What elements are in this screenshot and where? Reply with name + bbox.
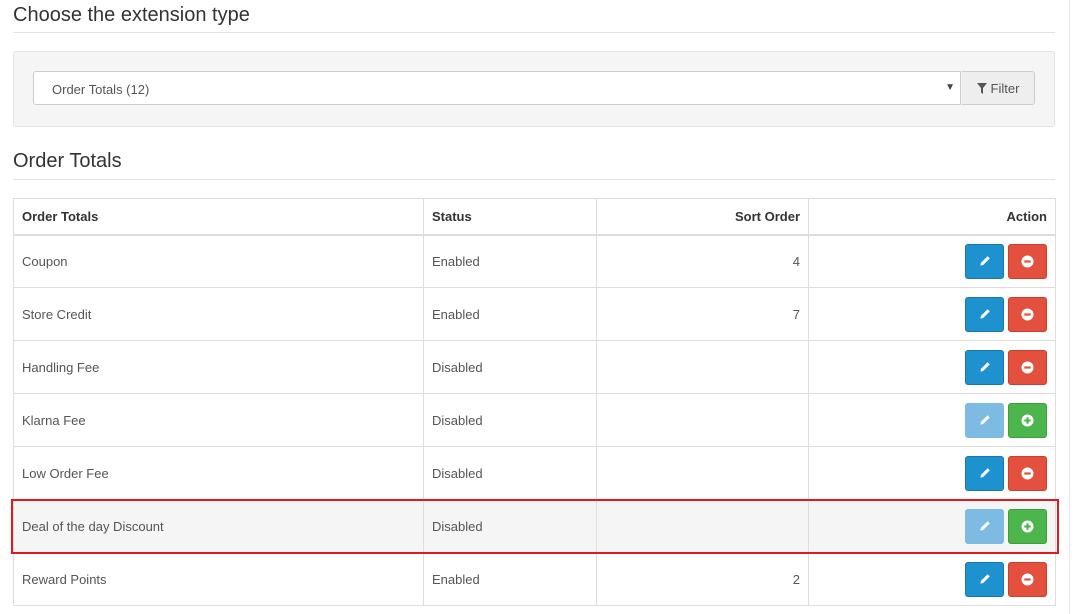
edit-button[interactable] [965,296,1004,332]
pencil-icon [979,255,991,267]
column-header-sort-order: Sort Order [596,198,809,236]
divider [13,179,1055,180]
action-buttons [817,349,1047,385]
extension-sort-order: 4 [596,234,809,288]
uninstall-button[interactable] [1008,296,1047,332]
extension-name: Deal of the day Discount [13,499,424,553]
extension-status: Enabled [423,552,597,606]
pencil-icon [979,308,991,320]
extension-status: Disabled [423,393,597,447]
edit-button[interactable] [965,243,1004,279]
action-buttons [817,455,1047,491]
minus-circle-icon [1021,467,1034,480]
edit-button[interactable] [965,508,1004,544]
extension-sort-order [596,499,809,553]
edit-button[interactable] [965,402,1004,438]
extension-status: Enabled [423,234,597,288]
plus-circle-icon [1021,520,1034,533]
caret-down-icon: ▼ [945,82,955,93]
extension-actions [808,446,1056,500]
extensions-table: Order Totals Status Sort Order Action Co… [13,198,1056,606]
uninstall-button[interactable] [1008,349,1047,385]
extension-name: Handling Fee [13,340,424,394]
table-row: Low Order Fee Disabled [13,446,1056,500]
extension-name: Reward Points [13,552,424,606]
column-header-action: Action [808,198,1056,236]
pencil-icon [979,520,991,532]
filter-button[interactable]: Filter [962,71,1035,105]
uninstall-button[interactable] [1008,455,1047,491]
column-header-name: Order Totals [13,198,424,236]
edit-button[interactable] [965,349,1004,385]
extension-name: Coupon [13,234,424,288]
extension-sort-order: 2 [596,552,809,606]
extension-sort-order [596,340,809,394]
extension-sort-order [596,393,809,447]
extension-actions [808,552,1056,606]
extension-actions [808,340,1056,394]
edit-button[interactable] [965,455,1004,491]
pencil-icon [979,573,991,585]
install-button[interactable] [1008,508,1047,544]
extension-name: Klarna Fee [13,393,424,447]
table-row: Handling Fee Disabled [13,340,1056,394]
table-row: Klarna Fee Disabled [13,393,1056,447]
extension-status: Disabled [423,499,597,553]
action-buttons [817,508,1047,544]
divider [13,32,1055,33]
minus-circle-icon [1021,308,1034,321]
extension-name: Store Credit [13,287,424,341]
table-row: Store Credit Enabled 7 [13,287,1056,341]
column-header-status: Status [423,198,597,236]
table-header-row: Order Totals Status Sort Order Action [13,198,1056,236]
extension-status: Disabled [423,340,597,394]
uninstall-button[interactable] [1008,561,1047,597]
uninstall-button[interactable] [1008,243,1047,279]
edit-button[interactable] [965,561,1004,597]
extension-type-select-value: Order Totals (12) [52,82,150,97]
plus-circle-icon [1021,414,1034,427]
extension-sort-order [596,446,809,500]
extension-actions [808,393,1056,447]
extension-status: Enabled [423,287,597,341]
action-buttons [817,402,1047,438]
pencil-icon [979,361,991,373]
install-button[interactable] [1008,402,1047,438]
table-row: Deal of the day Discount Disabled [13,499,1056,553]
extension-status: Disabled [423,446,597,500]
minus-circle-icon [1021,255,1034,268]
extension-sort-order: 7 [596,287,809,341]
minus-circle-icon [1021,573,1034,586]
scrollbar[interactable] [1069,0,1084,614]
filter-button-label: Filter [990,80,1020,96]
extension-type-title: Choose the extension type [13,4,250,26]
table-row: Reward Points Enabled 2 [13,552,1056,606]
filter-icon [976,82,987,94]
order-totals-title: Order Totals [13,150,122,172]
action-buttons [817,296,1047,332]
extension-name: Low Order Fee [13,446,424,500]
pencil-icon [979,414,991,426]
action-buttons [817,561,1047,597]
filter-panel: Order Totals (12) ▼ Filter [13,51,1055,127]
page: Choose the extension type Order Totals (… [0,0,1084,614]
minus-circle-icon [1021,361,1034,374]
extension-type-select[interactable]: Order Totals (12) ▼ [33,71,961,105]
table-row: Coupon Enabled 4 [13,234,1056,288]
action-buttons [817,243,1047,279]
pencil-icon [979,467,991,479]
extension-actions [808,234,1056,288]
extension-actions [808,287,1056,341]
extension-actions [808,499,1056,553]
